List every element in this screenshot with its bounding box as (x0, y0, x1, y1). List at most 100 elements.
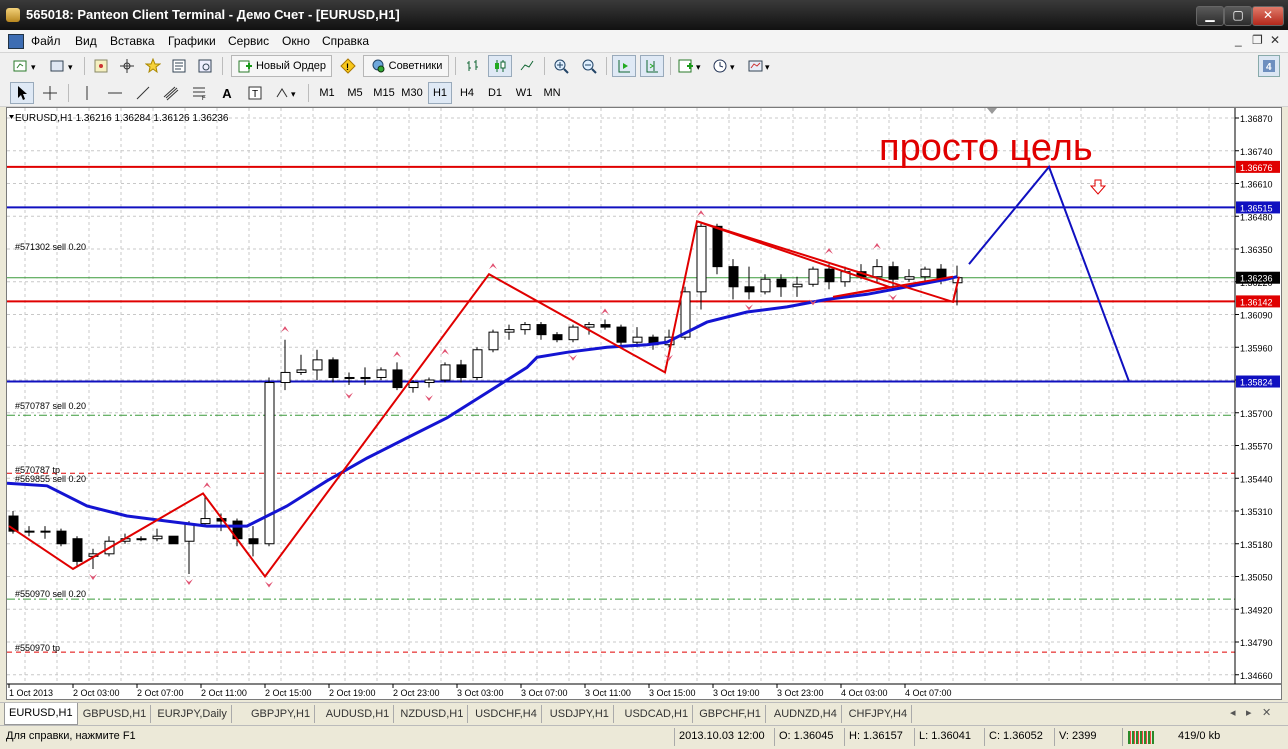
chart-tab[interactable]: EURUSD,H1 (4, 703, 78, 725)
price-tick-label: 1.34660 (1240, 671, 1273, 681)
candle-body (184, 523, 195, 542)
indicators-icon[interactable]: ▾ (676, 55, 706, 77)
signal-warning-icon[interactable]: ! (338, 55, 358, 77)
fractal-down-arrow-icon (889, 294, 897, 301)
candle-body (392, 369, 403, 389)
candle-body (552, 334, 563, 341)
candlestick-chart-icon[interactable] (488, 55, 512, 77)
time-tick-label: 3 Oct 11:00 (585, 688, 631, 698)
bar-chart-icon[interactable] (462, 55, 484, 77)
chart-tab[interactable]: USDCAD,H1 (621, 705, 694, 723)
menu-window[interactable]: Окно (282, 34, 310, 48)
favorites-star-icon[interactable] (142, 55, 164, 77)
down-arrow-icon (1089, 179, 1107, 195)
timeframe-m15[interactable]: M15 (370, 82, 398, 104)
strategy-tester-icon[interactable] (194, 55, 216, 77)
tab-scroll-left-icon[interactable]: ◂ (1230, 706, 1236, 719)
menu-insert[interactable]: Вставка (110, 34, 155, 48)
chart-tab[interactable]: GBPUSD,H1 (79, 705, 152, 723)
trendline-icon[interactable] (132, 82, 154, 104)
window-title: 565018: Panteon Client Terminal - Демо С… (26, 7, 400, 22)
menu-tools[interactable]: Сервис (228, 34, 269, 48)
menu-view[interactable]: Вид (75, 34, 97, 48)
navigator-icon[interactable] (116, 55, 138, 77)
candle-body (616, 326, 627, 343)
timeframe-mn[interactable]: MN (538, 82, 566, 104)
periods-clock-icon[interactable]: ▾ (710, 55, 742, 77)
timeframe-h1[interactable]: H1 (428, 82, 452, 104)
fibonacci-icon[interactable]: F (188, 82, 210, 104)
text-tool-icon[interactable]: A (216, 82, 238, 104)
market-watch-icon[interactable] (90, 55, 112, 77)
menu-charts[interactable]: Графики (168, 34, 216, 48)
chart-tab[interactable]: CHFJPY,H4 (845, 705, 913, 723)
mdi-minimize-button[interactable]: _ (1235, 33, 1242, 47)
timeframe-h4[interactable]: H4 (454, 82, 480, 104)
equidistant-channel-icon[interactable] (160, 82, 182, 104)
auto-scroll-icon[interactable] (612, 55, 636, 77)
candle-body (264, 382, 275, 545)
profiles-button[interactable]: ▾ (48, 55, 80, 77)
status-bar: Для справки, нажмите F1 2013.10.03 12:00… (0, 725, 1288, 749)
horizontal-line-icon[interactable] (104, 82, 126, 104)
zoom-out-icon[interactable] (578, 55, 600, 77)
chart-tab[interactable]: USDJPY,H1 (546, 705, 614, 723)
text-label-icon[interactable]: T (244, 82, 266, 104)
timeframe-m30[interactable]: M30 (398, 82, 426, 104)
chart-window[interactable]: 1.36870 1.36740 1.36610 1.36480 1.36350 1.362… (6, 107, 1282, 700)
candle-body (24, 530, 35, 533)
chart-tab[interactable]: AUDUSD,H1 (322, 705, 395, 723)
crosshair-icon[interactable] (38, 82, 62, 104)
chart-tab[interactable]: GBPCHF,H1 (695, 705, 766, 723)
menu-file[interactable]: Файл (31, 34, 61, 48)
tab-scroll-right-icon[interactable]: ▸ (1246, 706, 1252, 719)
timeframe-m1[interactable]: M1 (314, 82, 340, 104)
candle-body (600, 324, 611, 328)
close-button[interactable]: ✕ (1252, 6, 1284, 26)
candle-body (344, 376, 355, 379)
chart-tab[interactable]: GBPJPY,H1 (247, 705, 316, 723)
expert-advisors-button[interactable]: Советники (363, 55, 449, 77)
fractal-up-arrow-icon (441, 348, 449, 355)
order-label: #550970 tp (15, 643, 60, 653)
candle-body (776, 278, 787, 288)
new-order-button[interactable]: Новый Ордер (231, 55, 332, 77)
zoom-in-icon[interactable] (550, 55, 572, 77)
status-low: L: 1.36041 (919, 730, 971, 742)
chart-tab[interactable]: EURJPY,Daily (153, 705, 232, 723)
minimize-button[interactable]: ▁ (1196, 6, 1224, 26)
notification-icon[interactable]: 4 (1258, 55, 1280, 77)
candle-body (920, 268, 931, 278)
candle-body (712, 225, 723, 268)
vertical-line-icon[interactable] (76, 82, 98, 104)
tab-close-icon[interactable]: ✕ (1262, 706, 1271, 719)
line-chart-icon[interactable] (516, 55, 538, 77)
templates-icon[interactable]: ▾ (746, 55, 776, 77)
mdi-close-button[interactable]: ✕ (1270, 33, 1280, 47)
chart-tab[interactable]: AUDNZD,H4 (770, 705, 842, 723)
order-label: #550970 sell 0.20 (15, 589, 86, 599)
candles (8, 223, 963, 574)
terminal-icon[interactable] (168, 55, 190, 77)
time-tick-label: 2 Oct 15:00 (265, 688, 312, 698)
arrows-icon[interactable]: ▾ (272, 82, 302, 104)
candle-body (40, 530, 51, 533)
chart-tab[interactable]: USDCHF,H4 (471, 705, 542, 723)
candle-body (280, 371, 291, 384)
price-chart[interactable]: 1.36870 1.36740 1.36610 1.36480 1.36350 1.362… (7, 108, 1281, 699)
svg-text:▾: ▾ (730, 62, 735, 72)
app-icon (6, 8, 20, 22)
timeframe-w1[interactable]: W1 (510, 82, 538, 104)
mdi-restore-button[interactable]: ❐ (1252, 33, 1263, 47)
new-chart-button[interactable]: ▾ (10, 55, 44, 77)
price-markers: 1.36676 1.36515 1.36236 1.36142 1.35824 (1236, 160, 1280, 388)
chart-tab[interactable]: NZDUSD,H1 (396, 705, 469, 723)
timeframe-d1[interactable]: D1 (482, 82, 508, 104)
chart-shift-icon[interactable] (640, 55, 664, 77)
price-tick-label: 1.35180 (1240, 540, 1273, 550)
maximize-button[interactable]: ▢ (1224, 6, 1252, 26)
menu-help[interactable]: Справка (322, 34, 369, 48)
cursor-icon[interactable] (10, 82, 34, 104)
fractal-up-arrow-icon (489, 263, 497, 270)
timeframe-m5[interactable]: M5 (342, 82, 368, 104)
